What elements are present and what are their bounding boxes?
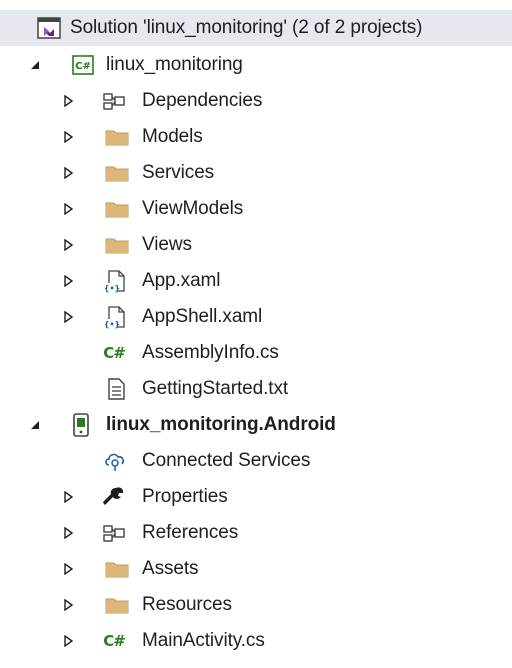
tree-item-assemblyinfo-cs[interactable]: C# AssemblyInfo.cs — [0, 335, 512, 371]
collapsed-arrow-icon[interactable] — [62, 166, 76, 180]
folder-icon — [104, 592, 130, 618]
tree-item-references[interactable]: References — [0, 515, 512, 551]
tree-item-label: References — [142, 522, 239, 543]
tree-item-mainactivity-cs[interactable]: C# MainActivity.cs — [0, 623, 512, 659]
folder-icon — [104, 556, 130, 582]
tree-item-label: Models — [142, 126, 203, 147]
tree-item-label: AssemblyInfo.cs — [142, 342, 279, 363]
project-label: linux_monitoring — [106, 54, 243, 75]
tree-item-label: Resources — [142, 594, 232, 615]
solution-explorer-tree: Solution 'linux_monitoring' (2 of 2 proj… — [0, 0, 512, 668]
svg-text:C#: C# — [75, 61, 91, 72]
project-node-linux-monitoring-android[interactable]: linux_monitoring.Android — [0, 407, 512, 443]
tree-item-resources[interactable]: Resources — [0, 587, 512, 623]
tree-item-label: Assets — [142, 558, 199, 579]
folder-icon — [104, 232, 130, 258]
project-label: linux_monitoring.Android — [106, 414, 336, 435]
tree-item-label: Dependencies — [142, 90, 263, 111]
collapsed-arrow-icon[interactable] — [62, 598, 76, 612]
collapsed-arrow-icon[interactable] — [62, 202, 76, 216]
wrench-icon — [101, 484, 127, 510]
collapsed-arrow-icon[interactable] — [62, 310, 76, 324]
connected-services-icon — [102, 448, 128, 474]
collapsed-arrow-icon[interactable] — [62, 526, 76, 540]
tree-item-viewmodels[interactable]: ViewModels — [0, 191, 512, 227]
csharp-project-icon: C# — [70, 52, 96, 78]
tree-item-dependencies[interactable]: Dependencies — [0, 83, 512, 119]
svg-text:{•}: {•} — [105, 284, 120, 293]
tree-item-label: GettingStarted.txt — [142, 378, 289, 399]
tree-item-label: MainActivity.cs — [142, 630, 265, 651]
xaml-file-icon: {•} — [103, 268, 129, 294]
collapsed-arrow-icon[interactable] — [62, 562, 76, 576]
collapsed-arrow-icon[interactable] — [62, 130, 76, 144]
text-file-icon — [103, 376, 129, 402]
tree-item-label: App.xaml — [142, 270, 221, 291]
tree-item-assets[interactable]: Assets — [0, 551, 512, 587]
tree-item-services[interactable]: Services — [0, 155, 512, 191]
tree-item-properties[interactable]: Properties — [0, 479, 512, 515]
folder-icon — [104, 124, 130, 150]
tree-item-app-xaml[interactable]: {•} App.xaml — [0, 263, 512, 299]
folder-icon — [104, 196, 130, 222]
tree-item-models[interactable]: Models — [0, 119, 512, 155]
collapsed-arrow-icon[interactable] — [62, 94, 76, 108]
solution-node[interactable]: Solution 'linux_monitoring' (2 of 2 proj… — [0, 10, 512, 46]
collapsed-arrow-icon[interactable] — [62, 634, 76, 648]
expanded-arrow-icon[interactable] — [28, 58, 42, 72]
tree-item-label: ViewModels — [142, 198, 244, 219]
tree-item-gettingstarted-txt[interactable]: GettingStarted.txt — [0, 371, 512, 407]
collapsed-arrow-icon[interactable] — [62, 274, 76, 288]
tree-item-connected-services[interactable]: Connected Services — [0, 443, 512, 479]
solution-icon — [36, 15, 62, 41]
xaml-file-icon: {•} — [103, 304, 129, 330]
tree-item-label: Properties — [142, 486, 228, 507]
csharp-file-icon: C# — [103, 344, 126, 362]
tree-item-label: Views — [142, 234, 192, 255]
tree-item-label: Services — [142, 162, 215, 183]
tree-item-label: AppShell.xaml — [142, 306, 263, 327]
svg-text:{•}: {•} — [105, 320, 120, 329]
folder-icon — [104, 160, 130, 186]
solution-label: Solution 'linux_monitoring' (2 of 2 proj… — [70, 17, 423, 38]
android-project-icon — [68, 412, 94, 438]
tree-item-views[interactable]: Views — [0, 227, 512, 263]
expanded-arrow-icon[interactable] — [28, 418, 42, 432]
references-icon — [101, 520, 127, 546]
collapsed-arrow-icon[interactable] — [62, 238, 76, 252]
csharp-file-icon: C# — [103, 632, 126, 650]
tree-item-appshell-xaml[interactable]: {•} AppShell.xaml — [0, 299, 512, 335]
dependencies-icon — [101, 88, 127, 114]
collapsed-arrow-icon[interactable] — [62, 490, 76, 504]
project-node-linux-monitoring[interactable]: C# linux_monitoring — [0, 47, 512, 83]
tree-item-label: Connected Services — [142, 450, 311, 471]
